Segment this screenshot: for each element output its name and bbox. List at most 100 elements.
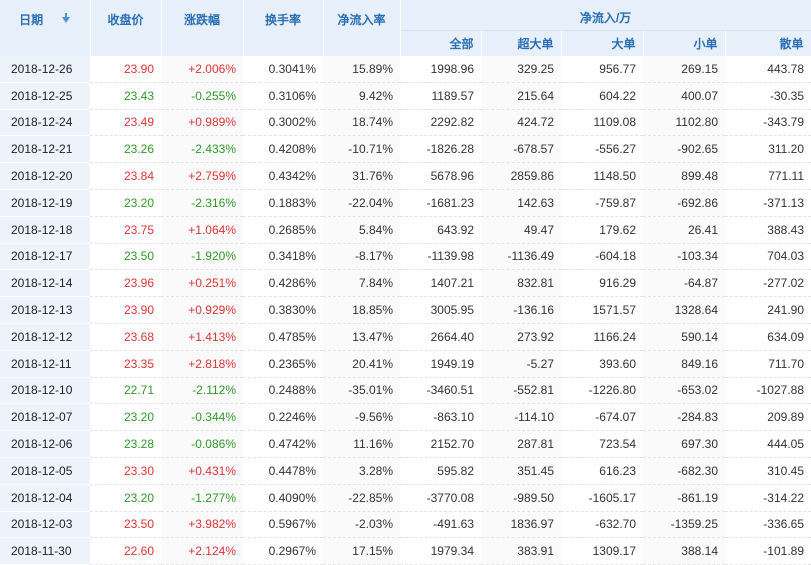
table-row[interactable]: 2018-12-05 23.30 +0.431% 0.4478% 3.28% 595.82… <box>0 457 811 485</box>
xl-flow-cell: 142.63 <box>481 189 561 217</box>
date-cell: 2018-12-18 <box>0 216 90 244</box>
small-flow-cell: 388.14 <box>643 537 725 565</box>
table-row[interactable]: 2018-12-25 23.43 -0.255% 0.3106% 9.42% 1189.5… <box>0 82 811 110</box>
small-flow-cell: -284.83 <box>643 403 725 432</box>
table-row[interactable]: 2018-12-17 23.50 -1.920% 0.3418% -8.17% -1139… <box>0 243 811 271</box>
xl-flow-cell: 329.25 <box>481 56 561 83</box>
xl-flow-cell: 215.64 <box>481 82 561 110</box>
table-row[interactable]: 2018-12-14 23.96 +0.251% 0.4286% 7.84% 1407.2… <box>0 269 811 298</box>
date-cell: 2018-11-30 <box>0 537 90 565</box>
close-cell: 23.20 <box>90 189 161 217</box>
table-row[interactable]: 2018-12-20 23.84 +2.759% 0.4342% 31.76% 5678.… <box>0 162 811 190</box>
date-cell: 2018-12-13 <box>0 296 90 324</box>
date-cell: 2018-12-26 <box>0 56 90 83</box>
close-cell: 22.71 <box>90 377 161 405</box>
date-cell: 2018-12-14 <box>0 269 90 298</box>
table-row[interactable]: 2018-12-07 23.20 -0.344% 0.2246% -9.56% -863.… <box>0 403 811 432</box>
turnover-header[interactable]: 换手率 <box>243 0 324 56</box>
change-cell: +2.759% <box>161 162 243 190</box>
turnover-cell: 0.3418% <box>243 243 323 271</box>
small-flow-cell: 697.30 <box>643 430 725 458</box>
large-flow-cell: 604.22 <box>561 82 643 110</box>
xl-flow-cell: 273.92 <box>481 323 561 351</box>
table-row[interactable]: 2018-12-06 23.28 -0.086% 0.4742% 11.16% 2152.… <box>0 430 811 458</box>
all-flow-cell: -3770.08 <box>400 484 481 512</box>
retail-flow-cell: 241.90 <box>725 296 811 324</box>
table-row[interactable]: 2018-12-03 23.50 +3.982% 0.5967% -2.03% -491.… <box>0 511 811 539</box>
sort-down-icon[interactable] <box>62 12 71 23</box>
close-cell: 23.43 <box>90 82 161 110</box>
xl-header[interactable]: 超大单 <box>481 30 562 56</box>
close-header[interactable]: 收盘价 <box>90 0 162 56</box>
retail-flow-cell: -1027.88 <box>725 377 811 405</box>
large-header[interactable]: 大单 <box>561 30 644 56</box>
turnover-cell: 0.4478% <box>243 457 323 485</box>
change-cell: -2.112% <box>161 377 243 405</box>
large-flow-cell: 393.60 <box>561 350 643 378</box>
table-row[interactable]: 2018-12-12 23.68 +1.413% 0.4785% 13.47% 2664.… <box>0 323 811 351</box>
date-cell: 2018-12-19 <box>0 189 90 217</box>
large-flow-cell: -1605.17 <box>561 484 643 512</box>
table-row[interactable]: 2018-12-24 23.49 +0.989% 0.3002% 18.74% 2292.… <box>0 109 811 137</box>
turnover-cell: 0.5967% <box>243 511 323 539</box>
table-row[interactable]: 2018-12-21 23.26 -2.433% 0.4208% -10.71% -182… <box>0 135 811 164</box>
table-row[interactable]: 2018-12-04 23.20 -1.277% 0.4090% -22.85% -377… <box>0 484 811 512</box>
all-flow-cell: -491.63 <box>400 511 481 539</box>
xl-flow-cell: -114.10 <box>481 403 561 432</box>
turnover-cell: 0.1883% <box>243 189 323 217</box>
retail-header[interactable]: 散单 <box>725 30 811 56</box>
net-flow-group-header: 净流入/万 <box>400 0 811 31</box>
change-cell: -2.316% <box>161 189 243 217</box>
all-flow-cell: 643.92 <box>400 216 481 244</box>
table-row[interactable]: 2018-12-26 23.90 +2.006% 0.3041% 15.89% 1998.… <box>0 56 811 83</box>
retail-header-label: 散单 <box>779 37 804 51</box>
retail-flow-cell: 311.20 <box>725 135 811 164</box>
small-flow-cell: -861.19 <box>643 484 725 512</box>
close-cell: 23.35 <box>90 350 161 378</box>
date-header[interactable]: 日期 <box>0 0 91 56</box>
close-cell: 23.26 <box>90 135 161 164</box>
all-flow-cell: 2292.82 <box>400 109 481 137</box>
table-row[interactable]: 2018-12-18 23.75 +1.064% 0.2685% 5.84% 643.92… <box>0 216 811 244</box>
change-cell: -1.920% <box>161 243 243 271</box>
turnover-cell: 0.4208% <box>243 135 323 164</box>
change-cell: +2.124% <box>161 537 243 565</box>
close-cell: 23.20 <box>90 403 161 432</box>
large-flow-cell: 179.62 <box>561 216 643 244</box>
retail-flow-cell: 443.78 <box>725 56 811 83</box>
small-header[interactable]: 小单 <box>643 30 726 56</box>
date-cell: 2018-12-07 <box>0 403 90 432</box>
fund-flow-table: 日期 收盘价 涨跌幅 换手率 净流入率 净流入/万 全部 超大单 大单 小单 散… <box>0 0 811 565</box>
close-cell: 23.96 <box>90 269 161 298</box>
turnover-cell: 0.4342% <box>243 162 323 190</box>
table-row[interactable]: 2018-12-11 23.35 +2.818% 0.2365% 20.41% 1949.… <box>0 350 811 378</box>
net-rate-header[interactable]: 净流入率 <box>323 0 401 56</box>
change-cell: -0.344% <box>161 403 243 432</box>
turnover-header-label: 换手率 <box>264 13 301 27</box>
turnover-cell: 0.2365% <box>243 350 323 378</box>
all-flow-cell: 1949.19 <box>400 350 481 378</box>
xl-flow-cell: 424.72 <box>481 109 561 137</box>
net-rate-cell: 18.85% <box>323 296 400 324</box>
table-row[interactable]: 2018-11-30 22.60 +2.124% 0.2967% 17.15% 1979.… <box>0 537 811 565</box>
net-rate-cell: 11.16% <box>323 430 400 458</box>
large-flow-cell: -674.07 <box>561 403 643 432</box>
table-header: 日期 收盘价 涨跌幅 换手率 净流入率 净流入/万 全部 超大单 大单 小单 散… <box>0 0 811 56</box>
table-row[interactable]: 2018-12-19 23.20 -2.316% 0.1883% -22.04% -168… <box>0 189 811 217</box>
table-row[interactable]: 2018-12-13 23.90 +0.929% 0.3830% 18.85% 3005.… <box>0 296 811 324</box>
net-flow-group-label: 净流入/万 <box>579 11 632 25</box>
close-cell: 23.49 <box>90 109 161 137</box>
small-header-label: 小单 <box>693 37 718 51</box>
close-cell: 23.30 <box>90 457 161 485</box>
change-header[interactable]: 涨跌幅 <box>161 0 244 56</box>
net-rate-cell: -22.04% <box>323 189 400 217</box>
xl-flow-cell: 2859.86 <box>481 162 561 190</box>
net-rate-cell: 20.41% <box>323 350 400 378</box>
table-row[interactable]: 2018-12-10 22.71 -2.112% 0.2488% -35.01% -346… <box>0 377 811 405</box>
all-flow-cell: -1139.98 <box>400 243 481 271</box>
net-rate-cell: 9.42% <box>323 82 400 110</box>
large-header-label: 大单 <box>611 37 636 51</box>
date-cell: 2018-12-05 <box>0 457 90 485</box>
all-flow-cell: 1979.34 <box>400 537 481 565</box>
all-header[interactable]: 全部 <box>400 30 482 56</box>
